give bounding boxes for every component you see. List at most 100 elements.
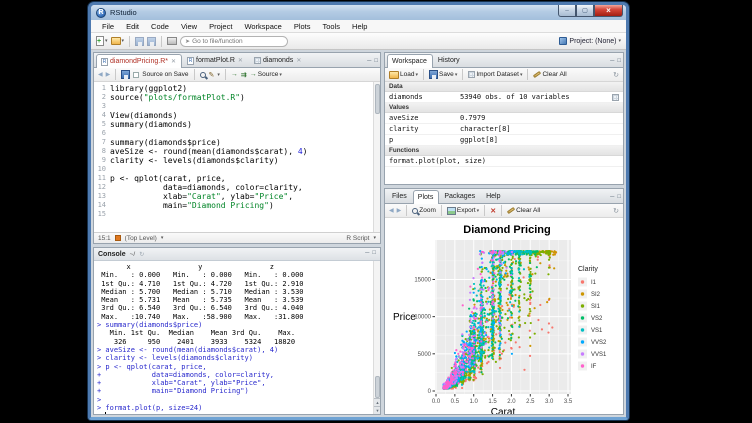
console-line: > clarity <- levels(diamonds$clarity) bbox=[97, 354, 373, 362]
workspace-row-p[interactable]: p ggplot[8] bbox=[385, 135, 623, 146]
menu-workspace[interactable]: Workspace bbox=[239, 21, 286, 32]
menu-project[interactable]: Project bbox=[204, 21, 237, 32]
clear-all-button[interactable]: Clear All bbox=[533, 71, 566, 78]
plot-display bbox=[385, 218, 623, 414]
maximize-panel-icon[interactable]: □ bbox=[372, 250, 376, 256]
menu-plots[interactable]: Plots bbox=[289, 21, 316, 32]
chevron-down-icon: ▾ bbox=[105, 38, 108, 44]
code-line: 6 bbox=[94, 129, 373, 138]
previous-plot-icon[interactable]: ◀ bbox=[389, 207, 394, 214]
scroll-up-button[interactable]: ▲ bbox=[374, 398, 380, 406]
maximize-panel-icon[interactable]: □ bbox=[617, 58, 621, 64]
zoom-plot-button[interactable]: Zoom bbox=[412, 207, 436, 214]
maximize-panel-icon[interactable]: □ bbox=[374, 58, 378, 64]
tab-help[interactable]: Help bbox=[481, 189, 506, 203]
close-icon[interactable]: ✕ bbox=[296, 57, 301, 64]
cursor-position: 15:1 bbox=[98, 235, 111, 242]
tab-diamonds[interactable]: diamonds ✕ bbox=[249, 53, 307, 67]
forward-icon[interactable]: ▶ bbox=[106, 71, 111, 78]
console-scrollbar[interactable]: ▲ ▼ bbox=[373, 261, 380, 414]
doc-type-label[interactable]: R Script bbox=[346, 235, 369, 242]
minimize-panel-icon[interactable]: ─ bbox=[367, 58, 371, 64]
workspace-toolbar: Load▾ Save▾ Import Dataset▾ Clear All ↻ bbox=[385, 68, 623, 82]
clear-all-plots-button[interactable]: Clear All bbox=[507, 207, 540, 214]
run-line-icon[interactable]: → bbox=[231, 71, 238, 78]
close-icon[interactable]: ✕ bbox=[171, 58, 176, 65]
save-button[interactable] bbox=[135, 37, 144, 46]
find-icon[interactable] bbox=[200, 72, 206, 78]
close-button[interactable] bbox=[594, 5, 623, 17]
tab-label: History bbox=[438, 57, 460, 64]
zoom-label: Zoom bbox=[419, 207, 436, 214]
maximize-button[interactable] bbox=[576, 5, 594, 17]
tab-history[interactable]: History bbox=[433, 53, 466, 67]
menu-view[interactable]: View bbox=[176, 21, 202, 32]
console-line: Median : 5.700 Median : 5.710 Median : 3… bbox=[97, 288, 373, 296]
titlebar[interactable]: RStudio bbox=[91, 5, 626, 20]
import-dataset-button[interactable]: Import Dataset▾ bbox=[468, 71, 522, 78]
print-button[interactable] bbox=[167, 37, 177, 45]
menu-code[interactable]: Code bbox=[146, 21, 174, 32]
menu-edit[interactable]: Edit bbox=[121, 21, 144, 32]
section-header-values: Values bbox=[385, 103, 623, 113]
tab-packages[interactable]: Packages bbox=[439, 189, 481, 203]
source-statusbar: 15:1 (Top Level) ▾ R Script ▾ bbox=[94, 232, 380, 243]
next-plot-icon[interactable]: ▶ bbox=[397, 207, 402, 214]
goto-directory-icon[interactable]: ↻ bbox=[139, 251, 144, 258]
load-workspace-button[interactable]: Load▾ bbox=[389, 71, 418, 79]
workspace-row-avesize[interactable]: aveSize 0.7979 bbox=[385, 113, 623, 124]
tab-plots[interactable]: Plots bbox=[413, 190, 440, 204]
tab-files[interactable]: Files bbox=[387, 189, 413, 203]
workspace-row-format-plot[interactable]: format.plot(plot, size) bbox=[385, 156, 623, 167]
editor-scrollbar[interactable] bbox=[373, 82, 380, 232]
scope-label[interactable]: (Top Level) bbox=[125, 235, 157, 242]
workbench: diamondPricing.R* ✕ formatPlot.R ✕ diamo… bbox=[91, 50, 626, 417]
code-editor[interactable]: 1library(ggplot2)2source("plots/formatPl… bbox=[94, 82, 380, 232]
code-line: 14 main="Diamond Pricing") bbox=[94, 201, 373, 210]
tab-diamondPricing[interactable]: diamondPricing.R* ✕ bbox=[96, 54, 182, 68]
console-line: 326 950 2401 3933 5324 18820 bbox=[97, 338, 373, 346]
console-line: > bbox=[97, 412, 373, 414]
source-button[interactable]: → Source ▾ bbox=[250, 71, 282, 78]
minimize-panel-icon[interactable]: ─ bbox=[610, 194, 614, 200]
chevron-down-icon: ▾ bbox=[415, 72, 418, 78]
tab-workspace[interactable]: Workspace bbox=[387, 54, 433, 68]
goto-file-input[interactable] bbox=[192, 38, 282, 45]
view-data-icon[interactable] bbox=[612, 94, 619, 101]
code-tools-icon[interactable]: ✎ bbox=[209, 71, 215, 79]
maximize-panel-icon[interactable]: □ bbox=[617, 194, 621, 200]
remove-plot-icon[interactable]: ✕ bbox=[490, 207, 496, 215]
minimize-panel-icon[interactable]: ─ bbox=[610, 58, 614, 64]
minimize-panel-icon[interactable]: ─ bbox=[365, 250, 369, 256]
workspace-row-diamonds[interactable]: diamonds 53940 obs. of 10 variables bbox=[385, 92, 623, 103]
project-selector[interactable]: Project: (None) ▾ bbox=[559, 37, 621, 45]
menu-help[interactable]: Help bbox=[347, 21, 372, 32]
scroll-down-button[interactable]: ▼ bbox=[374, 406, 380, 414]
save-workspace-button[interactable]: Save▾ bbox=[429, 70, 457, 79]
save-all-button[interactable] bbox=[147, 37, 156, 46]
console-line: Mean : 5.731 Mean : 5.735 Mean : 3.539 bbox=[97, 296, 373, 304]
refresh-icon[interactable]: ↻ bbox=[613, 207, 619, 215]
code-line: 15 bbox=[94, 210, 373, 219]
export-plot-button[interactable]: Export▾ bbox=[447, 207, 479, 215]
refresh-icon[interactable]: ↻ bbox=[613, 71, 619, 79]
menu-file[interactable]: File bbox=[97, 21, 119, 32]
close-icon[interactable]: ✕ bbox=[238, 57, 243, 64]
minimize-button[interactable] bbox=[558, 5, 576, 17]
tab-formatPlot[interactable]: formatPlot.R ✕ bbox=[182, 53, 249, 67]
workspace-row-clarity[interactable]: clarity character[8] bbox=[385, 124, 623, 135]
source-on-save-checkbox[interactable] bbox=[133, 72, 139, 78]
back-icon[interactable]: ◀ bbox=[98, 71, 103, 78]
menubar: File Edit Code View Project Workspace Pl… bbox=[91, 20, 626, 33]
rerun-icon[interactable]: ⇉ bbox=[241, 71, 247, 79]
menu-tools[interactable]: Tools bbox=[318, 21, 346, 32]
save-icon[interactable] bbox=[121, 70, 130, 79]
broom-icon bbox=[533, 71, 541, 78]
open-file-button[interactable]: ▾ bbox=[111, 37, 125, 45]
console-line: + data=diamonds, color=clarity, bbox=[97, 371, 373, 379]
clear-all-label: Clear All bbox=[516, 207, 540, 214]
plots-panel: Files Plots Packages Help ─ □ ◀ ▶ Zoom E… bbox=[384, 188, 624, 415]
new-file-button[interactable]: ▾ bbox=[96, 36, 108, 46]
workspace-tabstrip: Workspace History ─ □ bbox=[385, 53, 623, 68]
console-body[interactable]: x y z Min. : 0.000 Min. : 0.000 Min. : 0… bbox=[94, 261, 380, 414]
